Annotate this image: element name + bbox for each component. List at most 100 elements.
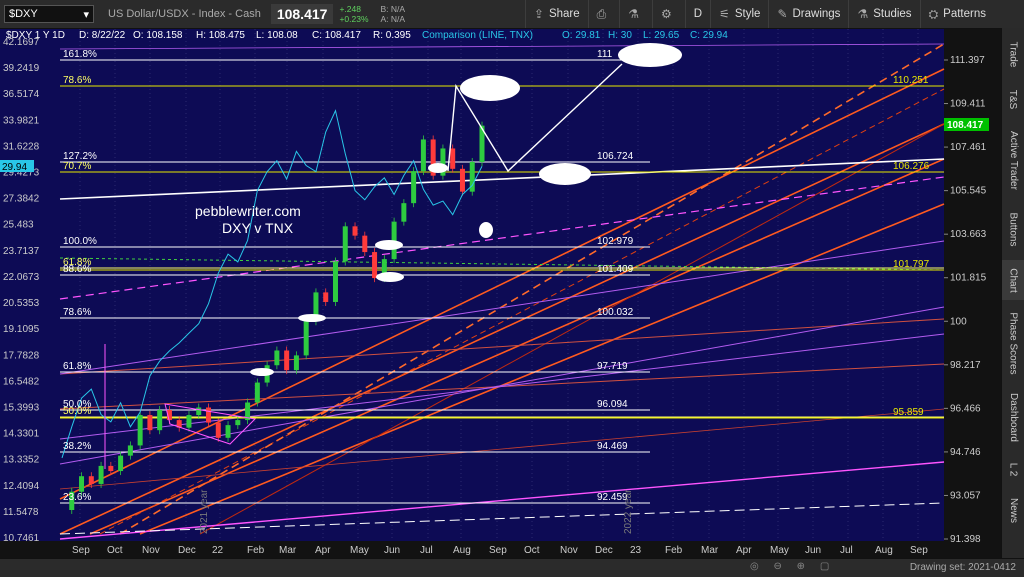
tab-ts[interactable]: T&S [1002,80,1024,118]
time-tick-label: Jun [805,545,821,556]
time-tick-label: Dec [595,545,613,556]
candle-body [206,407,212,423]
right-sidebar: Trade T&S Active Trader Buttons Chart Ph… [1001,28,1024,560]
chart-area[interactable]: 42.1697 39.2419 36.5174 33.9821 31.6228 29.42… [0,29,1001,558]
symbol-description: US Dollar/USDX - Index - Cash [108,8,261,20]
last-price: 108.417 [270,4,334,24]
left-tick-label: 25.483 [3,220,34,231]
right-tick-label: 94.746 [950,447,981,458]
left-tick-label: 33.9821 [3,115,40,126]
left-tick-label: 20.5353 [3,298,40,309]
candle-body [98,465,104,484]
share-icon: ⇪ [533,7,544,21]
right-tick-label: 100 [950,316,967,327]
tab-dashboard[interactable]: Dashboard [1002,386,1024,448]
comparison-label: Comparison (LINE, TNX) [422,30,533,41]
header-open: O: 108.158 [133,30,183,41]
candle-body [459,168,465,192]
candle-body [362,235,368,253]
candle-body [254,382,260,403]
candle-body [196,407,202,416]
fib-pct-label: 161.8% [63,49,97,60]
candle-body [235,420,241,426]
time-tick-label: Jul [840,545,853,556]
candle-body [127,445,133,456]
symbol-selector[interactable]: $DXY ▾ [4,5,94,23]
time-tick-label: Nov [560,545,578,556]
tab-chart[interactable]: Chart [1002,260,1024,300]
bid-ask: B: N/A A: N/A [380,4,406,24]
chart-title: $DXY 1 Y 1D [6,30,65,41]
vertical-label-2021: 2021 year [199,489,210,534]
target-marker [376,272,404,282]
fib-pct-label: 100.0% [63,236,97,247]
right-tick-label: 111.397 [950,55,985,66]
current-price-label: 108.417 [947,120,984,131]
vertical-label-2022: 2022 year [623,489,634,534]
time-tick-label: May [350,545,369,556]
left-tick-label: 36.5174 [3,89,40,100]
tab-active-trader[interactable]: Active Trader [1002,122,1024,198]
candle-body [342,226,348,262]
candle-body [293,355,299,371]
gear-icon: ⚙ [661,7,672,21]
time-tick-label: Dec [178,545,196,556]
studies-button[interactable]: ⚗ Studies [848,0,919,28]
candle-body [450,148,456,169]
chart-svg[interactable]: 42.169739.241936.517433.982131.622829.42… [0,29,1001,558]
tab-trade[interactable]: Trade [1002,32,1024,76]
time-tick-label: Feb [247,545,265,556]
time-tick-label: Jul [420,545,433,556]
cmp-open: O: 29.81 [562,30,601,41]
timeframe-button[interactable]: D [684,0,710,28]
patterns-icon: ⛭ [928,6,939,21]
tab-l2[interactable]: L 2 [1002,452,1024,486]
right-tick-label: 103.663 [950,229,987,240]
left-tick-label: 17.7828 [3,350,40,361]
annotation-line1: pebblewriter.com [195,203,301,219]
target-marker [375,240,403,250]
left-tick-label: 13.3352 [3,455,40,466]
target-marker [250,368,274,376]
target-marker [460,75,520,101]
target-marker [428,163,448,173]
left-tick-label: 22.0673 [3,272,40,283]
header-high: H: 108.475 [196,30,245,41]
candle-body [372,252,378,279]
patterns-button[interactable]: ⛭ Patterns [919,0,994,28]
target-marker [298,314,326,322]
share-button[interactable]: ⇪ Share [524,0,588,28]
left-tick-label: 23.7137 [3,246,40,257]
yellow-level-label: 106.276 [893,161,930,172]
settings-button[interactable]: ⚙ [652,0,685,28]
candle-body [147,415,153,431]
time-tick-label: Apr [315,545,331,556]
candle-body [186,415,192,428]
cmp-low: L: 29.65 [643,30,680,41]
right-tick-label: 105.545 [950,186,987,197]
style-button[interactable]: ⚟ Style [710,0,768,28]
candle-body [118,455,124,472]
fib-price-label: 106.724 [597,151,634,162]
cmp-high: H: 30 [608,30,632,41]
flask-button[interactable]: ⚗ [619,0,652,28]
tab-news[interactable]: News [1002,490,1024,530]
time-tick-label: Aug [875,545,893,556]
zoom-controls[interactable]: ◎ ⊖ ⊕ ▢ [750,561,835,572]
pencil-icon: ✎ [777,7,788,21]
print-button[interactable]: ⎙ [587,0,620,28]
right-tick-label: 98.217 [950,360,981,371]
header-range: R: 0.395 [373,30,411,41]
price-change: +.248 +0.23% [339,4,369,24]
fib-price-label: 100.032 [597,307,634,318]
beaker-icon: ⚗ [857,7,869,21]
right-tick-label: 91.398 [950,534,981,545]
candle-body [411,171,417,204]
tab-buttons[interactable]: Buttons [1002,202,1024,256]
target-marker [539,163,591,185]
bottom-bar: ◎ ⊖ ⊕ ▢ Drawing set: 2021-0412 [0,558,1024,577]
drawings-button[interactable]: ✎ Drawings [768,0,848,28]
annotation-line2: DXY v TNX [222,220,294,236]
tab-phase-scores[interactable]: Phase Scores [1002,304,1024,382]
fib-pct-label: 38.2% [63,441,91,452]
